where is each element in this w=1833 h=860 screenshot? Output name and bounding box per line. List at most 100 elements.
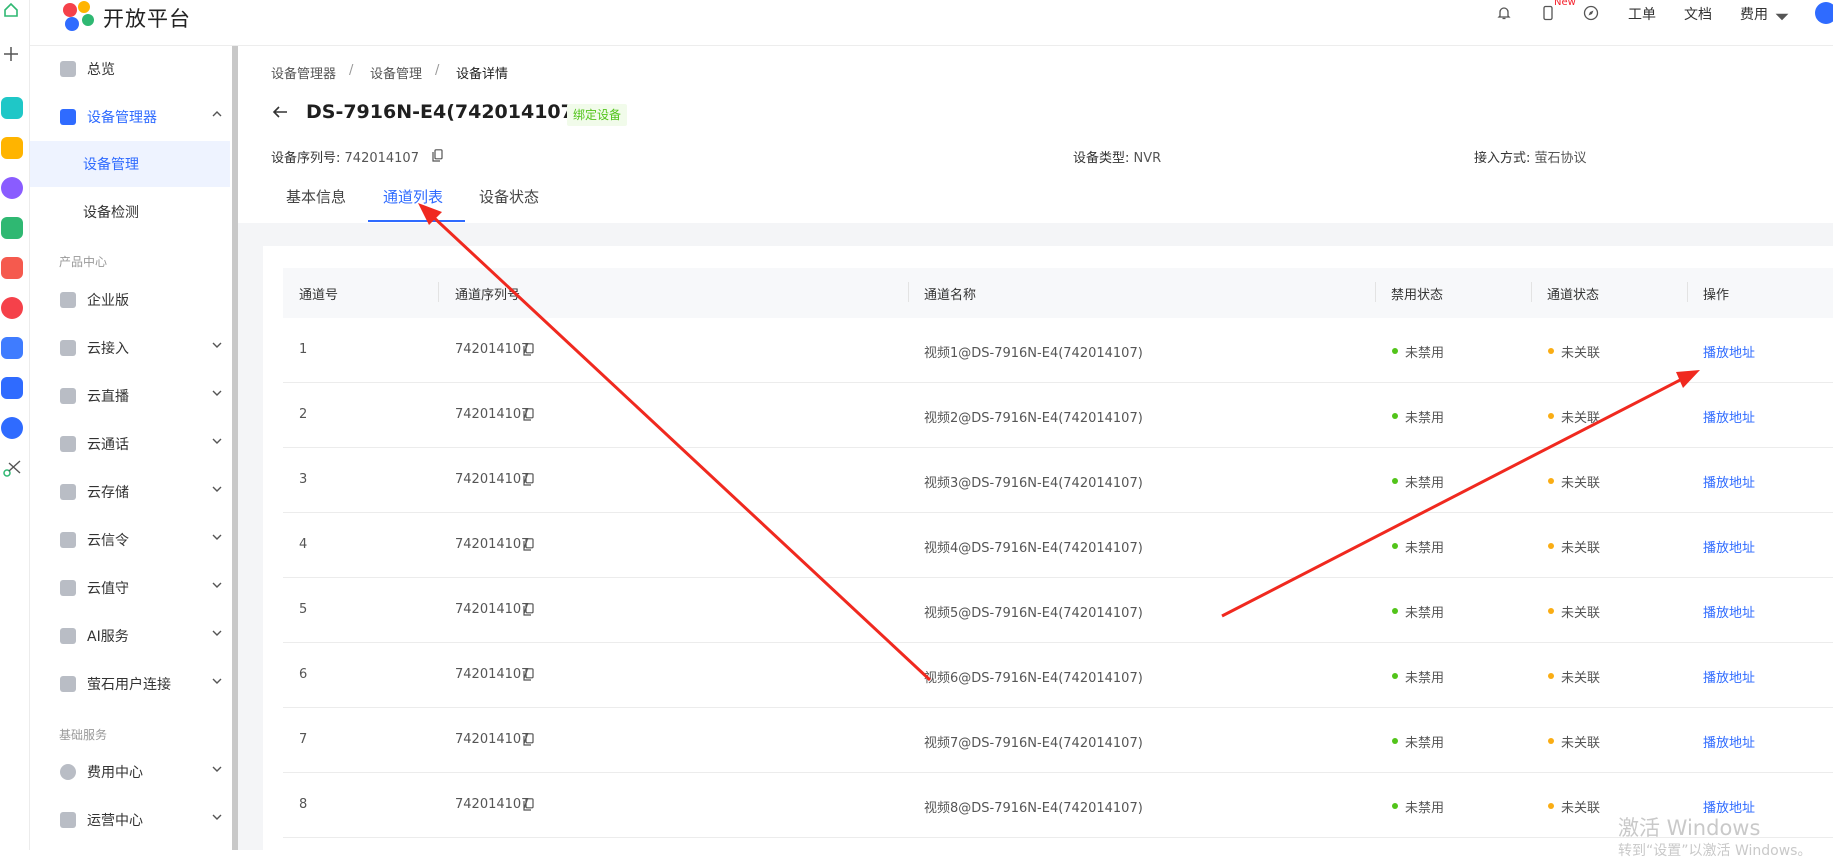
table-row: 2 742014107 视频2@DS-7916N-E4(742014107) 未禁用 未… <box>283 383 1833 448</box>
column-divider <box>1531 282 1532 302</box>
channel-serial: 742014107 <box>455 732 530 747</box>
status-badge: 绑定设备 <box>567 104 628 126</box>
sidebar-item-cloud-call[interactable]: 云通话 <box>30 421 230 467</box>
tab-channel-list[interactable]: 通道列表 <box>383 186 443 207</box>
play-address-link[interactable]: 播放地址 <box>1703 732 1755 751</box>
docs-link[interactable]: 文档 <box>1684 4 1712 24</box>
channel-no: 4 <box>299 537 308 552</box>
breadcrumb-separator: / <box>435 63 440 78</box>
channel-serial: 742014107 <box>455 797 530 812</box>
image-ai-icon[interactable] <box>1 217 23 239</box>
sidebar-item-cloud-guard[interactable]: 云值守 <box>30 565 230 611</box>
sidebar-item-cloud-storage[interactable]: 云存储 <box>30 469 230 515</box>
meta-label: 设备序列号: <box>271 151 341 166</box>
app-strip <box>0 0 30 850</box>
play-address-link[interactable]: 播放地址 <box>1703 342 1755 361</box>
chevron-down-icon <box>212 678 222 684</box>
yen-icon <box>60 764 76 780</box>
flower-icon <box>60 676 76 692</box>
channel-serial: 742014107 <box>455 342 530 357</box>
play-address-link[interactable]: 播放地址 <box>1703 472 1755 491</box>
sidebar-item-device-manager[interactable]: 设备管理器 <box>30 94 230 140</box>
channel-table-card: 通道号 通道序列号 通道名称 禁用状态 通道状态 操作 1 742014107 视频… <box>263 246 1833 850</box>
breadcrumb-device-manager[interactable]: 设备管理器 <box>271 63 336 82</box>
shield-icon <box>60 340 76 356</box>
channel-no: 2 <box>299 407 308 422</box>
copy-icon[interactable] <box>523 668 534 681</box>
app-icon-plugin[interactable] <box>1 97 23 119</box>
play-address-link[interactable]: 播放地址 <box>1703 537 1755 556</box>
column-divider <box>1687 282 1688 302</box>
unlinked-dot <box>1548 738 1554 744</box>
fee-menu[interactable]: 费用 <box>1740 4 1768 24</box>
channel-status: 未关联 <box>1561 541 1601 556</box>
table-row: 6 742014107 视频6@DS-7916N-E4(742014107) 未禁用 未… <box>283 643 1833 708</box>
sidebar-item-ops-center[interactable]: 运营中心 <box>30 797 230 843</box>
sidebar-item-ys-user-connect[interactable]: 萤石用户连接 <box>30 661 230 707</box>
column-header: 通道序列号 <box>455 288 521 303</box>
play-address-link[interactable]: 播放地址 <box>1703 602 1755 621</box>
ticket-link[interactable]: 工单 <box>1628 4 1656 24</box>
pdf-ai-icon[interactable] <box>1 257 23 279</box>
chevron-down-icon <box>212 486 222 492</box>
sidebar-item-cloud-signal[interactable]: 云信令 <box>30 517 230 563</box>
sidebar-item-label: 费用中心 <box>87 765 143 781</box>
sidebar-item-fee-center[interactable]: 费用中心 <box>30 749 230 795</box>
copy-icon[interactable] <box>523 538 534 551</box>
sidebar-item-cloud-access[interactable]: 云接入 <box>30 325 230 371</box>
channel-status: 未关联 <box>1561 606 1601 621</box>
plus-icon[interactable] <box>3 46 19 62</box>
home-icon[interactable] <box>3 2 19 18</box>
breadcrumb-device-detail: 设备详情 <box>456 67 509 82</box>
copy-icon[interactable] <box>523 798 534 811</box>
play-address-link[interactable]: 播放地址 <box>1703 667 1755 686</box>
tab-indicator <box>368 220 465 222</box>
compass-icon[interactable] <box>1583 5 1599 21</box>
sidebar-item-device-check[interactable]: 设备检测 <box>30 189 230 235</box>
bell-icon[interactable] <box>1496 5 1512 21</box>
copy-icon[interactable] <box>523 473 534 486</box>
arrow-left-icon[interactable] <box>271 104 289 120</box>
device-type: 设备类型: NVR <box>1073 147 1161 166</box>
copy-icon[interactable] <box>523 733 534 746</box>
channel-serial: 742014107 <box>455 537 530 552</box>
copy-icon[interactable] <box>432 149 443 162</box>
channel-no: 8 <box>299 797 308 812</box>
copy-icon[interactable] <box>523 408 534 421</box>
disable-status: 未禁用 <box>1405 476 1445 491</box>
channel-status: 未关联 <box>1561 346 1601 361</box>
sidebar-item-label: 运营中心 <box>87 813 143 829</box>
play-address-link[interactable]: 播放地址 <box>1703 407 1755 426</box>
overview-icon <box>60 61 76 77</box>
copy-icon[interactable] <box>523 603 534 616</box>
sidebar-item-label: 设备检测 <box>83 205 139 221</box>
channel-serial: 742014107 <box>455 602 530 617</box>
video-ai-icon[interactable] <box>1 297 23 319</box>
channel-no: 7 <box>299 732 308 747</box>
tab-basic-info[interactable]: 基本信息 <box>286 186 346 207</box>
sidebar-item-cloud-live[interactable]: 云直播 <box>30 373 230 419</box>
column-header: 禁用状态 <box>1391 288 1444 303</box>
chevron-down-icon <box>212 342 222 348</box>
tab-device-status[interactable]: 设备状态 <box>479 186 539 207</box>
star-icon[interactable] <box>1 137 23 159</box>
unlinked-dot <box>1548 673 1554 679</box>
scissors-icon[interactable] <box>2 458 22 478</box>
channel-name: 视频1@DS-7916N-E4(742014107) <box>924 346 1143 361</box>
sidebar-item-ai-service[interactable]: AI服务 <box>30 613 230 659</box>
sidebar-item-device-manage[interactable]: 设备管理 <box>30 141 230 187</box>
meta-value: 萤石协议 <box>1534 151 1587 166</box>
sidebar-item-overview[interactable]: 总览 <box>30 46 230 92</box>
translate-icon[interactable] <box>1 417 23 439</box>
ai-icon[interactable] <box>1 177 23 199</box>
avatar[interactable] <box>1815 2 1833 24</box>
breadcrumb-device-manage[interactable]: 设备管理 <box>370 63 422 82</box>
edit-ai-icon[interactable] <box>1 337 23 359</box>
sidebar-item-enterprise[interactable]: 企业版 <box>30 277 230 323</box>
caret-down-icon[interactable] <box>1774 9 1790 25</box>
chevron-down-icon <box>212 766 222 772</box>
column-header: 通道状态 <box>1547 288 1600 303</box>
copy-icon[interactable] <box>523 343 534 356</box>
doc-ai-icon[interactable] <box>1 377 23 399</box>
enabled-dot <box>1392 413 1398 419</box>
